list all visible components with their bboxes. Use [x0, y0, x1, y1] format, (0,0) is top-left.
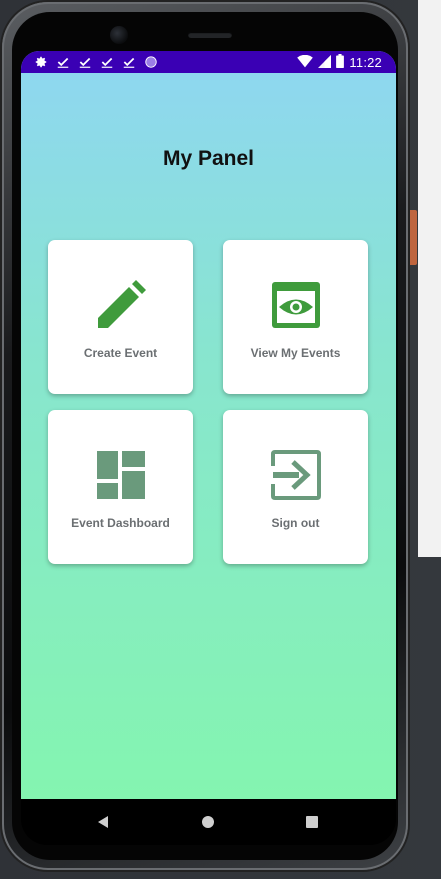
status-time: 11:22	[349, 55, 382, 70]
create-event-card[interactable]: Create Event	[48, 240, 193, 394]
card-label: Event Dashboard	[71, 516, 170, 530]
view-my-events-card[interactable]: View My Events	[223, 240, 368, 394]
navigation-bar	[21, 799, 396, 845]
check-icon	[121, 54, 137, 70]
eye-window-icon	[271, 280, 321, 330]
check-icon	[99, 54, 115, 70]
settings-icon	[33, 54, 49, 70]
event-dashboard-card[interactable]: Event Dashboard	[48, 410, 193, 564]
card-label: View My Events	[250, 346, 341, 360]
app-screen: 11:22 My Panel Create Event View My Even…	[21, 51, 396, 799]
battery-icon	[336, 54, 345, 71]
earpiece-speaker	[188, 32, 232, 38]
home-icon[interactable]	[199, 813, 217, 831]
status-bar: 11:22	[21, 51, 396, 73]
status-system-icons: 11:22	[297, 54, 382, 71]
desktop-accent-tab	[407, 210, 417, 265]
back-icon[interactable]	[94, 813, 112, 831]
status-notifications	[33, 54, 159, 70]
card-label: Sign out	[271, 516, 320, 530]
check-icon	[55, 54, 71, 70]
sign-in-icon	[271, 450, 321, 500]
front-camera	[110, 26, 128, 44]
card-label: Create Event	[83, 346, 158, 360]
dashboard-icon	[96, 450, 146, 500]
recents-icon[interactable]	[303, 813, 321, 831]
signal-icon	[318, 54, 332, 71]
circle-icon	[143, 54, 159, 70]
wifi-icon	[297, 54, 314, 71]
check-icon	[77, 54, 93, 70]
pencil-icon	[96, 280, 146, 330]
page-title: My Panel	[162, 147, 255, 170]
desktop-side-panel	[418, 0, 441, 557]
sign-out-card[interactable]: Sign out	[223, 410, 368, 564]
